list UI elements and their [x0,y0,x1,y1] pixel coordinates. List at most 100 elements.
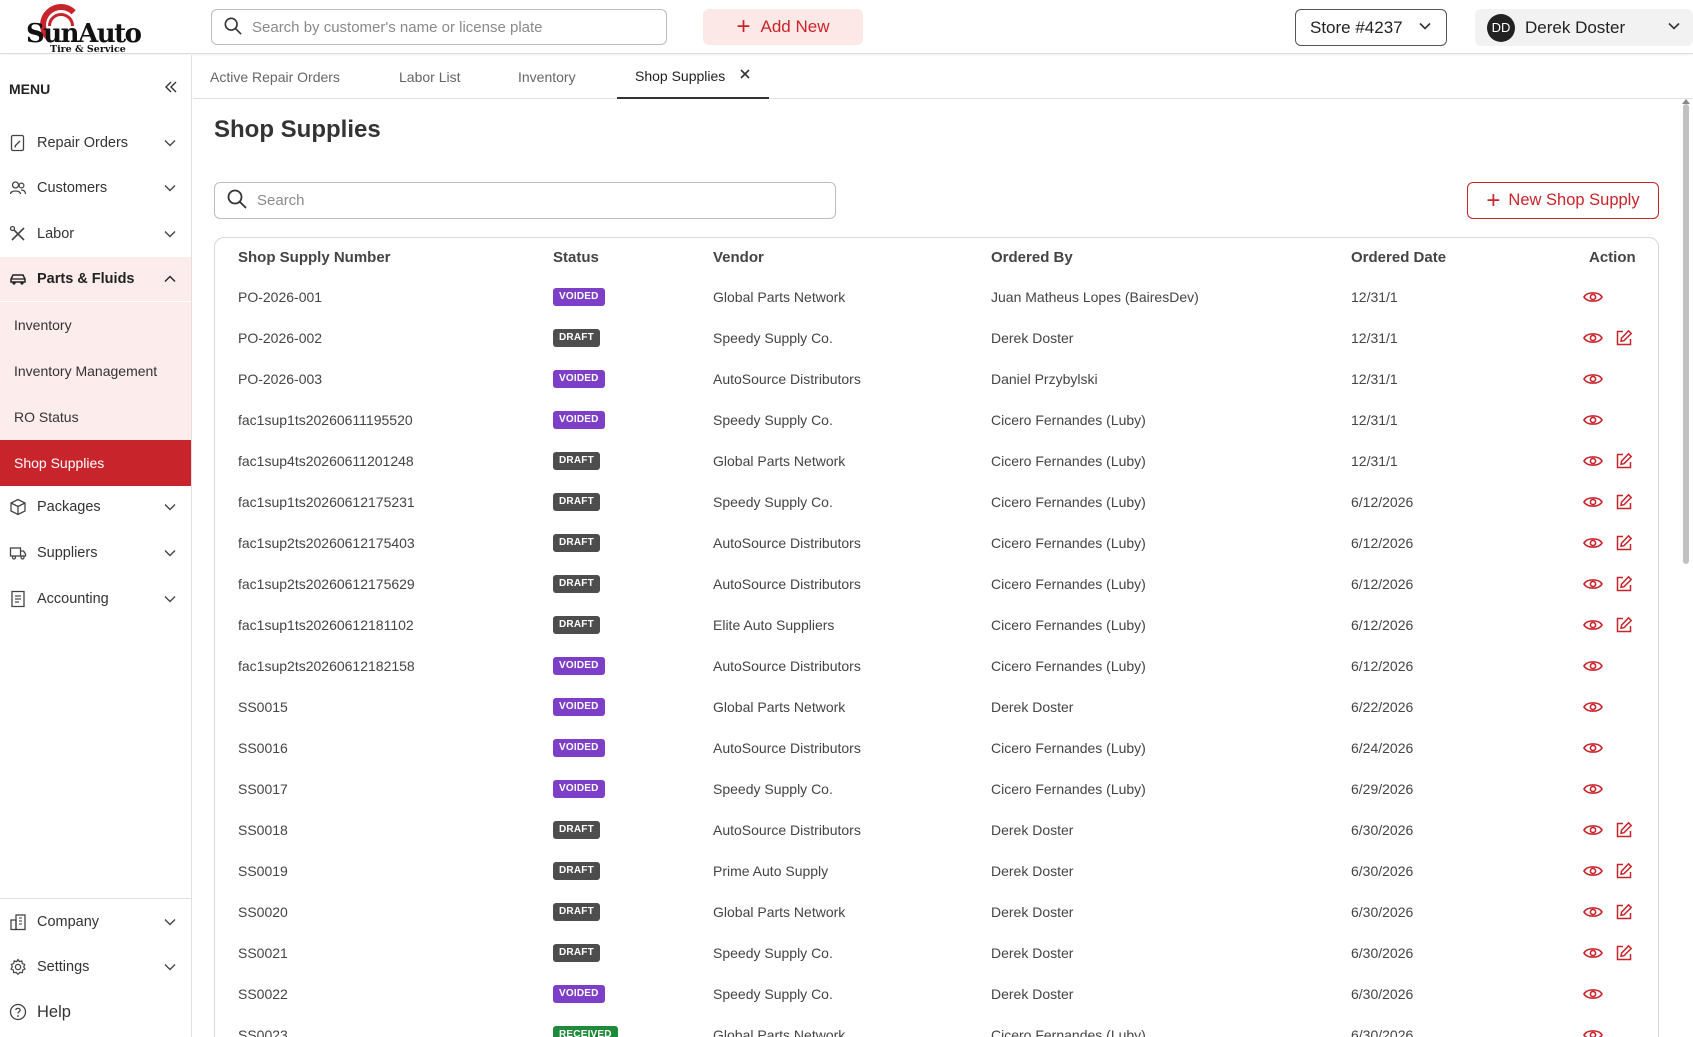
table-row[interactable]: PO-2026-003 VOIDED AutoSource Distributors… [215,358,1658,399]
tab-shop-supplies[interactable]: Shop Supplies [617,55,770,99]
edit-icon[interactable] [1615,522,1633,563]
shop-supply-search-box[interactable] [214,182,836,219]
sidebar-subitem-inventory-management[interactable]: Inventory Management [0,348,191,394]
view-icon[interactable] [1583,809,1603,850]
search-icon [224,17,242,38]
sidebar-item-suppliers[interactable]: Suppliers [0,531,191,575]
sidebar-item-settings[interactable]: Settings [0,945,191,989]
table-row[interactable]: fac1sup1ts20260611195520 VOIDED Speedy Sup… [215,399,1658,440]
user-menu[interactable]: DD Derek Doster [1475,9,1693,46]
cell-ordered-date: 6/30/2026 [1351,821,1414,838]
table-row[interactable]: SS0019 DRAFT Prime Auto Supply Derek Doster… [215,850,1658,891]
tab-inventory[interactable]: Inventory [518,55,576,99]
table-row[interactable]: SS0016 VOIDED AutoSource Distributors Cicer… [215,727,1658,768]
edit-icon[interactable] [1615,891,1633,932]
sunauto-logo[interactable]: SunAuto Tire & Service [26,4,142,55]
sidebar-item-parts-fluids[interactable]: Parts & Fluids [0,257,191,301]
view-icon[interactable] [1583,850,1603,891]
edit-icon[interactable] [1615,932,1633,973]
view-icon[interactable] [1583,768,1603,809]
table-row[interactable]: fac1sup2ts20260612175629 DRAFT AutoSource … [215,563,1658,604]
view-icon[interactable] [1583,891,1603,932]
cell-ordered-date: 6/30/2026 [1351,862,1414,879]
view-icon[interactable] [1583,276,1603,317]
table-row[interactable]: fac1sup2ts20260612175403 DRAFT AutoSource … [215,522,1658,563]
tab-active-repair-orders[interactable]: Active Repair Orders [210,55,340,99]
table-row[interactable]: SS0023 RECEIVED Global Parts Network Cicero… [215,1014,1658,1037]
new-shop-supply-button[interactable]: + New Shop Supply [1467,182,1659,219]
store-selector[interactable]: Store #4237 [1295,9,1447,46]
edit-icon[interactable] [1615,317,1633,358]
clipboard-edit-icon [9,134,27,152]
view-icon[interactable] [1583,481,1603,522]
view-icon[interactable] [1583,522,1603,563]
edit-icon[interactable] [1615,604,1633,645]
sidebar-subitem-ro-status[interactable]: RO Status [0,394,191,440]
edit-icon[interactable] [1615,481,1633,522]
edit-icon[interactable] [1615,563,1633,604]
view-icon[interactable] [1583,1014,1603,1037]
edit-icon[interactable] [1615,440,1633,481]
table-row[interactable]: SS0015 VOIDED Global Parts Network Derek Do… [215,686,1658,727]
shop-supply-search-input[interactable] [257,192,817,209]
global-search-input[interactable] [252,18,652,36]
view-icon[interactable] [1583,973,1603,1014]
table-row[interactable]: fac1sup4ts20260611201248 DRAFT Global Part… [215,440,1658,481]
view-icon[interactable] [1583,440,1603,481]
view-icon[interactable] [1583,358,1603,399]
view-icon[interactable] [1583,932,1603,973]
table-row[interactable]: SS0017 VOIDED Speedy Supply Co. Cicero Fern… [215,768,1658,809]
chevron-down-icon [163,915,179,929]
edit-icon[interactable] [1615,809,1633,850]
cell-ordered-date: 6/24/2026 [1351,739,1414,756]
close-icon[interactable] [739,67,751,85]
table-row[interactable]: SS0022 VOIDED Speedy Supply Co. Derek Doste… [215,973,1658,1014]
cell-shop-supply-number: fac1sup2ts20260612175629 [238,575,415,592]
view-icon[interactable] [1583,604,1603,645]
view-icon[interactable] [1583,399,1603,440]
table-row[interactable]: SS0018 DRAFT AutoSource Distributors Derek … [215,809,1658,850]
cell-shop-supply-number: SS0018 [238,821,288,838]
cell-ordered-date: 6/12/2026 [1351,657,1414,674]
table-row[interactable]: fac1sup1ts20260612175231 DRAFT Speedy Supp… [215,481,1658,522]
add-new-button[interactable]: + Add New [703,9,863,45]
table-row[interactable]: fac1sup1ts20260612181102 DRAFT Elite Auto … [215,604,1658,645]
column-header-status[interactable]: Status [553,238,599,276]
sidebar-subitem-shop-supplies[interactable]: Shop Supplies [0,440,191,486]
view-icon[interactable] [1583,727,1603,768]
cell-ordered-date: 6/30/2026 [1351,944,1414,961]
table-row[interactable]: fac1sup2ts20260612182158 VOIDED AutoSource… [215,645,1658,686]
column-header-ordered-date[interactable]: Ordered Date [1351,238,1446,276]
sidebar-item-accounting[interactable]: Accounting [0,577,191,621]
column-header-vendor[interactable]: Vendor [713,238,764,276]
collapse-sidebar-icon[interactable] [163,79,179,98]
cell-status: DRAFT [553,563,600,604]
users-icon [9,179,27,197]
sidebar-divider [0,898,191,899]
cell-ordered-by: Cicero Fernandes (Luby) [991,452,1146,469]
status-badge: VOIDED [553,410,605,429]
view-icon[interactable] [1583,317,1603,358]
sidebar-item-repair-orders[interactable]: Repair Orders [0,121,191,165]
cell-ordered-date: 6/29/2026 [1351,780,1414,797]
sidebar-item-packages[interactable]: Packages [0,485,191,529]
view-icon[interactable] [1583,645,1603,686]
table-row[interactable]: PO-2026-001 VOIDED Global Parts Network Jua… [215,276,1658,317]
cell-vendor: Speedy Supply Co. [713,411,833,428]
table-row[interactable]: PO-2026-002 DRAFT Speedy Supply Co. Derek D… [215,317,1658,358]
sidebar-item-help[interactable]: Help [0,990,191,1034]
sidebar-item-customers[interactable]: Customers [0,166,191,210]
global-search-box[interactable] [211,9,667,45]
sidebar-subitem-inventory[interactable]: Inventory [0,302,191,348]
view-icon[interactable] [1583,563,1603,604]
view-icon[interactable] [1583,686,1603,727]
table-row[interactable]: SS0020 DRAFT Global Parts Network Derek Dos… [215,891,1658,932]
scrollbar-thumb[interactable] [1683,104,1689,564]
edit-icon[interactable] [1615,850,1633,891]
column-header-number[interactable]: Shop Supply Number [238,238,391,276]
tab-labor-list[interactable]: Labor List [399,55,460,99]
column-header-ordered-by[interactable]: Ordered By [991,238,1073,276]
sidebar-item-labor[interactable]: Labor [0,212,191,256]
sidebar-item-company[interactable]: Company [0,900,191,944]
table-row[interactable]: SS0021 DRAFT Speedy Supply Co. Derek Doster… [215,932,1658,973]
